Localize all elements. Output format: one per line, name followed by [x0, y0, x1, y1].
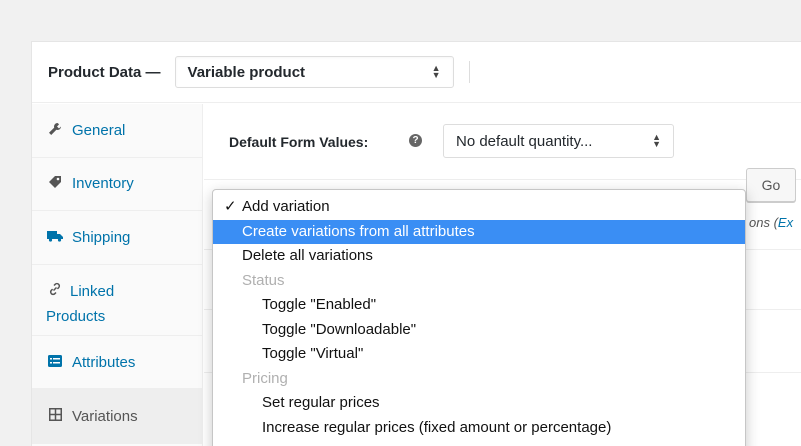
menu-group-pricing: Pricing: [242, 369, 288, 387]
select-arrows-icon: ▲ ▼: [652, 132, 661, 149]
tab-inventory-label: Inventory: [72, 175, 134, 192]
menu-option-toggle-virtual[interactable]: Toggle "Virtual": [213, 342, 745, 367]
product-data-header: Product Data — Variable product ▲ ▼: [32, 42, 801, 103]
tab-general[interactable]: General: [32, 104, 202, 158]
menu-group-status: Status: [242, 271, 285, 289]
tab-attributes-label: Attributes: [72, 354, 136, 371]
menu-option-toggle-downloadable[interactable]: Toggle "Downloadable": [213, 318, 745, 343]
default-quantity-value: No default quantity...: [456, 132, 593, 150]
tab-variations[interactable]: Variations: [32, 389, 202, 444]
menu-option-set-regular-prices[interactable]: Set regular prices: [213, 391, 745, 416]
menu-option-delete-variations[interactable]: Delete all variations: [213, 244, 745, 269]
menu-option-create-variations[interactable]: Create variations from all attributes: [213, 219, 745, 244]
tab-variations-label: Variations: [72, 408, 138, 425]
select-arrows-icon: ▲ ▼: [431, 63, 441, 80]
default-form-values-label: Default Form Values:: [229, 134, 369, 150]
tab-shipping-label: Shipping: [72, 229, 131, 246]
header-divider: [468, 61, 470, 83]
variation-actions-menu[interactable]: ✓ Add variation Create variations from al…: [212, 189, 746, 446]
product-type-value: Variable product: [187, 63, 306, 81]
tab-linked-label-2: Products: [46, 308, 106, 325]
tab-general-label: General: [72, 122, 126, 139]
help-icon[interactable]: ?: [409, 134, 422, 147]
variations-help-text: ons (Ex: [749, 215, 794, 230]
tab-attributes[interactable]: Attributes: [32, 336, 202, 389]
product-type-select[interactable]: Variable product ▲ ▼: [174, 56, 454, 88]
truck-icon: [46, 229, 64, 245]
product-data-title: Product Data —: [48, 63, 161, 81]
list-icon: [46, 354, 64, 370]
checkmark-icon: ✓: [224, 198, 237, 215]
menu-option-add-variation[interactable]: ✓ Add variation: [213, 195, 745, 220]
default-form-values-row: Default Form Values: ? No default quanti…: [204, 104, 801, 180]
default-quantity-select[interactable]: No default quantity... ▲ ▼: [443, 124, 674, 158]
wrench-icon: [46, 122, 64, 139]
menu-option-increase-regular-prices[interactable]: Increase regular prices (fixed amount or…: [213, 416, 745, 441]
grid-icon: [46, 408, 64, 424]
go-button[interactable]: Go: [746, 168, 796, 202]
tag-icon: [46, 175, 64, 192]
tab-linked-label-1: Linked: [70, 283, 115, 300]
menu-option-toggle-enabled[interactable]: Toggle "Enabled": [213, 293, 745, 318]
tab-shipping[interactable]: Shipping: [32, 211, 202, 265]
expand-link[interactable]: Ex: [778, 215, 793, 230]
link-icon: [46, 279, 64, 304]
tab-inventory[interactable]: Inventory: [32, 158, 202, 211]
product-data-tabs: General Inventory Shipping Linked Produc…: [32, 104, 203, 446]
tab-linked-products[interactable]: Linked Products: [32, 265, 202, 336]
